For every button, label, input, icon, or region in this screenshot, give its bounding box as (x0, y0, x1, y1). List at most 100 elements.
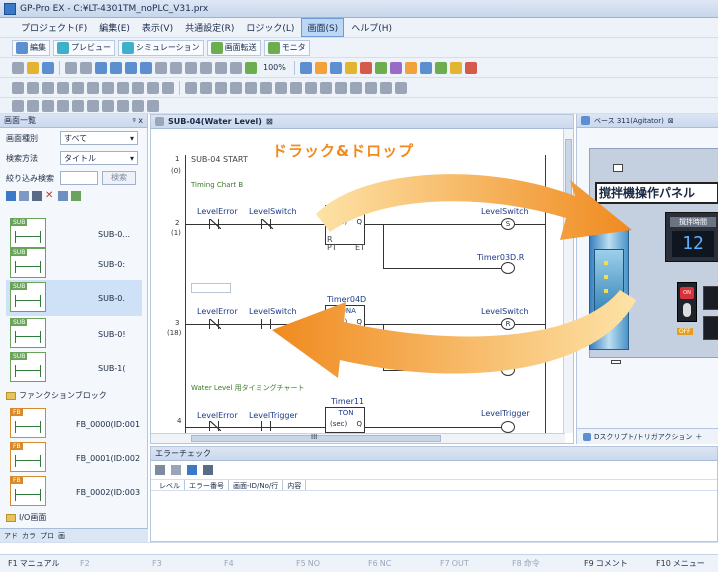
column-header[interactable]: エラー番号 (185, 480, 229, 490)
tona-timer-block[interactable]: TONA (sec) Q (325, 305, 365, 345)
base-screen-panel[interactable]: ベース 311(Agitator) ⊠ 撹拌機操作パネル 撹拌時間 12 ON … (576, 114, 718, 444)
copy-icon[interactable] (200, 61, 212, 74)
delete-icon[interactable] (230, 61, 242, 74)
ton-timer-block[interactable]: TON (sec) Q (325, 407, 365, 433)
lamp-icon[interactable] (344, 61, 357, 74)
list-item-selected[interactable]: SUB SUB-0. (6, 280, 142, 316)
search-button[interactable]: 検索 (102, 171, 136, 185)
fkey-f1[interactable]: F1 マニュアル (0, 558, 72, 569)
out-coil[interactable] (501, 364, 515, 376)
window-list-icon[interactable] (380, 81, 392, 94)
save-icon[interactable] (42, 61, 54, 74)
text-draw-icon[interactable] (27, 81, 39, 94)
hline-icon[interactable] (132, 99, 144, 112)
tab-address[interactable]: アド (4, 531, 18, 541)
new-file-icon[interactable] (12, 61, 24, 74)
column-header[interactable]: 内容 (283, 480, 307, 490)
alarm-icon[interactable] (359, 61, 372, 74)
select-icon[interactable] (12, 81, 24, 94)
lock-icon[interactable] (320, 81, 332, 94)
menu-project[interactable]: プロジェクト(F) (16, 19, 92, 36)
close-icon[interactable]: ⊠ (266, 117, 273, 126)
screen-list-icon[interactable] (110, 61, 122, 74)
menu-screen[interactable]: 画面(S) (301, 18, 345, 37)
cut-icon[interactable] (185, 61, 197, 74)
column-header[interactable]: 画面-ID/No/行 (229, 480, 284, 490)
simulation-button[interactable]: シミュレーション (118, 39, 204, 56)
front-icon[interactable] (260, 81, 272, 94)
list-item[interactable]: SUB SUB-1( (6, 350, 142, 386)
reset-coil[interactable]: R (501, 318, 515, 330)
screen-new-icon[interactable] (140, 61, 152, 74)
ladder-editor[interactable]: SUB-04(Water Level) ⊠ 1 (0) SUB-04 START… (150, 114, 574, 444)
vertical-scrollbar[interactable] (563, 129, 573, 433)
filter-icon[interactable] (171, 465, 181, 475)
keypad-icon[interactable] (449, 61, 462, 74)
list-item[interactable]: FB FB_0001(ID:002 (6, 440, 142, 476)
fill-icon[interactable] (132, 81, 144, 94)
fb-folder[interactable]: ファンクションブロック (6, 390, 107, 401)
out-coil[interactable] (501, 421, 515, 433)
data-icon[interactable] (389, 61, 402, 74)
reset-coil-icon[interactable] (117, 99, 129, 112)
group-icon[interactable] (230, 81, 242, 94)
close-icon[interactable]: ᵍ x (132, 116, 143, 125)
set-coil-icon[interactable] (102, 99, 114, 112)
copy-screen-icon[interactable] (19, 191, 29, 201)
close-icon[interactable]: ⊠ (668, 117, 674, 125)
scale-icon[interactable] (162, 81, 174, 94)
nc-contact[interactable] (209, 219, 221, 229)
undo-icon[interactable] (155, 61, 167, 74)
grid-icon[interactable] (329, 61, 342, 74)
search-input[interactable] (60, 171, 98, 185)
vline-icon[interactable] (147, 99, 159, 112)
nc-contact[interactable] (209, 319, 221, 329)
redo-icon[interactable] (170, 61, 182, 74)
timer-display[interactable]: 撹拌時間 12 (665, 212, 718, 262)
list-view-icon[interactable] (58, 191, 68, 201)
check-icon[interactable] (155, 465, 165, 475)
preview-button[interactable]: プレビュー (53, 39, 115, 56)
ungroup-icon[interactable] (245, 81, 257, 94)
nc-contact[interactable] (261, 219, 273, 229)
layer-icon[interactable] (335, 81, 347, 94)
print-icon[interactable] (65, 61, 77, 74)
agitator-image[interactable] (589, 230, 629, 350)
branch-icon[interactable] (27, 99, 39, 112)
align-left-icon[interactable] (185, 81, 197, 94)
menu-common-settings[interactable]: 共通設定(R) (180, 19, 239, 36)
io-folder[interactable]: I/O画面 (6, 512, 46, 523)
paste-screen-icon[interactable] (32, 191, 42, 201)
rectangle-icon[interactable] (72, 81, 84, 94)
list-item[interactable]: SUB SUB-0! (6, 316, 142, 352)
no-contact-icon[interactable] (57, 99, 69, 112)
set-coil[interactable]: S (501, 218, 515, 230)
thumbnail-view-icon[interactable] (71, 191, 81, 201)
align-right-icon[interactable] (215, 81, 227, 94)
rung-icon[interactable] (12, 99, 24, 112)
nc-contact[interactable] (209, 421, 221, 431)
switch-icon[interactable] (404, 61, 417, 74)
no-contact[interactable] (261, 421, 271, 431)
add-icon[interactable]: ＋ (695, 432, 702, 442)
back-icon[interactable] (275, 81, 287, 94)
fkey-f10[interactable]: F10 メニュー (648, 558, 718, 569)
window-icon[interactable] (125, 61, 137, 74)
on-off-switch[interactable]: ON (677, 282, 697, 322)
transfer-button[interactable]: 画面転送 (206, 39, 261, 56)
graph-icon[interactable] (374, 61, 387, 74)
method-select[interactable]: タイトル ▾ (60, 151, 138, 165)
table-icon[interactable] (147, 81, 159, 94)
no-contact[interactable] (261, 319, 271, 329)
scroll-thumb[interactable] (565, 139, 572, 199)
arc-icon[interactable] (102, 81, 114, 94)
edit-mode-button[interactable]: 編集 (12, 39, 50, 56)
open-folder-icon[interactable] (27, 61, 39, 74)
list-item[interactable]: FB FB_0002(ID:003 (6, 474, 142, 510)
check-icon[interactable] (245, 61, 257, 74)
align-center-icon[interactable] (200, 81, 212, 94)
line-icon[interactable] (57, 81, 69, 94)
small-part[interactable] (611, 360, 621, 364)
operation-button[interactable] (703, 316, 718, 340)
out-coil[interactable] (501, 262, 515, 274)
